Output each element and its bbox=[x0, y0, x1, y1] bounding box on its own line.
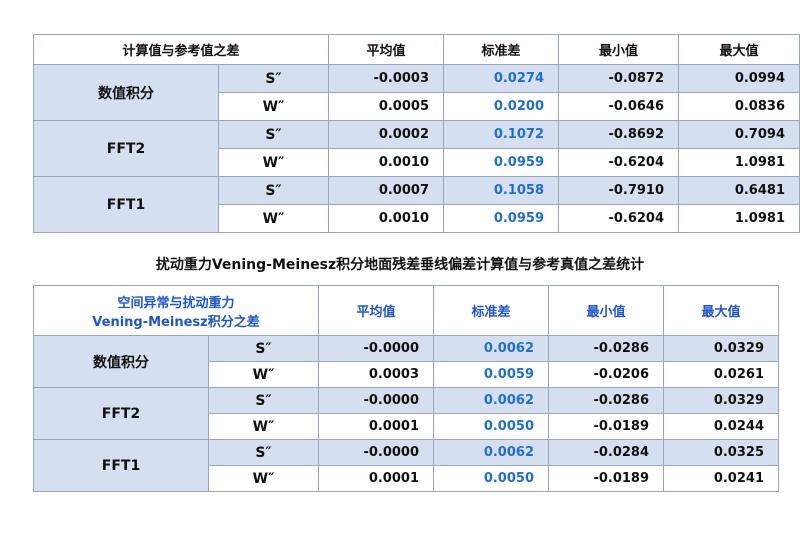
min-cell: -0.8692 bbox=[558, 120, 679, 149]
max-cell: 0.0994 bbox=[678, 64, 800, 93]
max-cell: 0.0241 bbox=[663, 465, 779, 492]
max-cell: 0.7094 bbox=[678, 120, 800, 149]
component-label: S″ bbox=[218, 176, 329, 205]
col-header-min: 最小值 bbox=[548, 285, 664, 336]
mean-cell: -0.0000 bbox=[318, 439, 434, 466]
group-label: FFT1 bbox=[33, 176, 219, 233]
group-label: 数值积分 bbox=[33, 64, 219, 121]
table-row: 数值积分 S″ -0.0003 0.0274 -0.0872 0.0994 bbox=[33, 64, 800, 121]
col-header-max: 最大值 bbox=[663, 285, 779, 336]
std-cell: 0.1058 bbox=[443, 176, 559, 205]
group-label: 数值积分 bbox=[33, 335, 209, 388]
table2-header-line1: 空间异常与扰动重力 bbox=[117, 295, 235, 311]
min-cell: -0.0189 bbox=[548, 465, 664, 492]
group-label: FFT1 bbox=[33, 439, 209, 492]
std-cell: 0.1072 bbox=[443, 120, 559, 149]
max-cell: 0.0244 bbox=[663, 413, 779, 440]
std-cell: 0.0062 bbox=[433, 387, 549, 414]
min-cell: -0.0286 bbox=[548, 335, 664, 362]
std-cell: 0.0274 bbox=[443, 64, 559, 93]
std-cell: 0.0059 bbox=[433, 361, 549, 388]
table-row: FFT2 S″ -0.0000 0.0062 -0.0286 0.0329 bbox=[33, 387, 779, 440]
std-cell: 0.0062 bbox=[433, 335, 549, 362]
mean-cell: 0.0010 bbox=[328, 148, 444, 177]
table-row: FFT2 S″ 0.0002 0.1072 -0.8692 0.7094 bbox=[33, 120, 800, 177]
table-row: FFT1 S″ -0.0000 0.0062 -0.0284 0.0325 bbox=[33, 439, 779, 492]
mean-cell: 0.0010 bbox=[328, 204, 444, 233]
max-cell: 1.0981 bbox=[678, 148, 800, 177]
component-label: S″ bbox=[208, 335, 319, 362]
std-cell: 0.0959 bbox=[443, 148, 559, 177]
component-label: S″ bbox=[208, 439, 319, 466]
mean-cell: 0.0007 bbox=[328, 176, 444, 205]
component-label: W″ bbox=[208, 465, 319, 492]
stats-table-1: 计算值与参考值之差 平均值 标准差 最小值 最大值 数值积分 S″ -0.000… bbox=[33, 34, 800, 233]
col-header-min: 最小值 bbox=[558, 34, 679, 65]
component-label: S″ bbox=[218, 120, 329, 149]
stats-table-2: 空间异常与扰动重力 Vening-Meinesz积分之差 平均值 标准差 最小值… bbox=[33, 285, 779, 492]
mean-cell: -0.0000 bbox=[318, 387, 434, 414]
std-cell: 0.0062 bbox=[433, 439, 549, 466]
max-cell: 0.0836 bbox=[678, 92, 800, 121]
col-header-std: 标准差 bbox=[433, 285, 549, 336]
table-row: FFT1 S″ 0.0007 0.1058 -0.7910 0.6481 bbox=[33, 176, 800, 233]
min-cell: -0.0286 bbox=[548, 387, 664, 414]
std-cell: 0.0050 bbox=[433, 465, 549, 492]
mean-cell: -0.0000 bbox=[318, 335, 434, 362]
min-cell: -0.0646 bbox=[558, 92, 679, 121]
min-cell: -0.7910 bbox=[558, 176, 679, 205]
mean-cell: 0.0005 bbox=[328, 92, 444, 121]
max-cell: 0.0329 bbox=[663, 335, 779, 362]
std-cell: 0.0200 bbox=[443, 92, 559, 121]
col-header-mean: 平均值 bbox=[328, 34, 444, 65]
component-label: S″ bbox=[208, 387, 319, 414]
std-cell: 0.0050 bbox=[433, 413, 549, 440]
component-label: W″ bbox=[218, 204, 329, 233]
max-cell: 1.0981 bbox=[678, 204, 800, 233]
min-cell: -0.0206 bbox=[548, 361, 664, 388]
group-label: FFT2 bbox=[33, 387, 209, 440]
min-cell: -0.0284 bbox=[548, 439, 664, 466]
mean-cell: 0.0003 bbox=[318, 361, 434, 388]
min-cell: -0.6204 bbox=[558, 204, 679, 233]
mean-cell: -0.0003 bbox=[328, 64, 444, 93]
mean-cell: 0.0002 bbox=[328, 120, 444, 149]
table2-corner-header: 空间异常与扰动重力 Vening-Meinesz积分之差 bbox=[33, 285, 319, 336]
mean-cell: 0.0001 bbox=[318, 413, 434, 440]
table-caption: 扰动重力Vening-Meinesz积分地面残差垂线偏差计算值与参考真值之差统计 bbox=[155, 257, 645, 273]
max-cell: 0.6481 bbox=[678, 176, 800, 205]
max-cell: 0.0325 bbox=[663, 439, 779, 466]
group-label: FFT2 bbox=[33, 120, 219, 177]
col-header-max: 最大值 bbox=[678, 34, 800, 65]
table-row: 数值积分 S″ -0.0000 0.0062 -0.0286 0.0329 bbox=[33, 335, 779, 388]
col-header-mean: 平均值 bbox=[318, 285, 434, 336]
table1-corner-header: 计算值与参考值之差 bbox=[33, 34, 329, 65]
min-cell: -0.6204 bbox=[558, 148, 679, 177]
std-cell: 0.0959 bbox=[443, 204, 559, 233]
component-label: S″ bbox=[218, 64, 329, 93]
max-cell: 0.0261 bbox=[663, 361, 779, 388]
component-label: W″ bbox=[218, 148, 329, 177]
component-label: W″ bbox=[208, 413, 319, 440]
max-cell: 0.0329 bbox=[663, 387, 779, 414]
min-cell: -0.0872 bbox=[558, 64, 679, 93]
component-label: W″ bbox=[218, 92, 329, 121]
table2-header-line2: Vening-Meinesz积分之差 bbox=[92, 314, 260, 330]
col-header-std: 标准差 bbox=[443, 34, 559, 65]
min-cell: -0.0189 bbox=[548, 413, 664, 440]
component-label: W″ bbox=[208, 361, 319, 388]
mean-cell: 0.0001 bbox=[318, 465, 434, 492]
